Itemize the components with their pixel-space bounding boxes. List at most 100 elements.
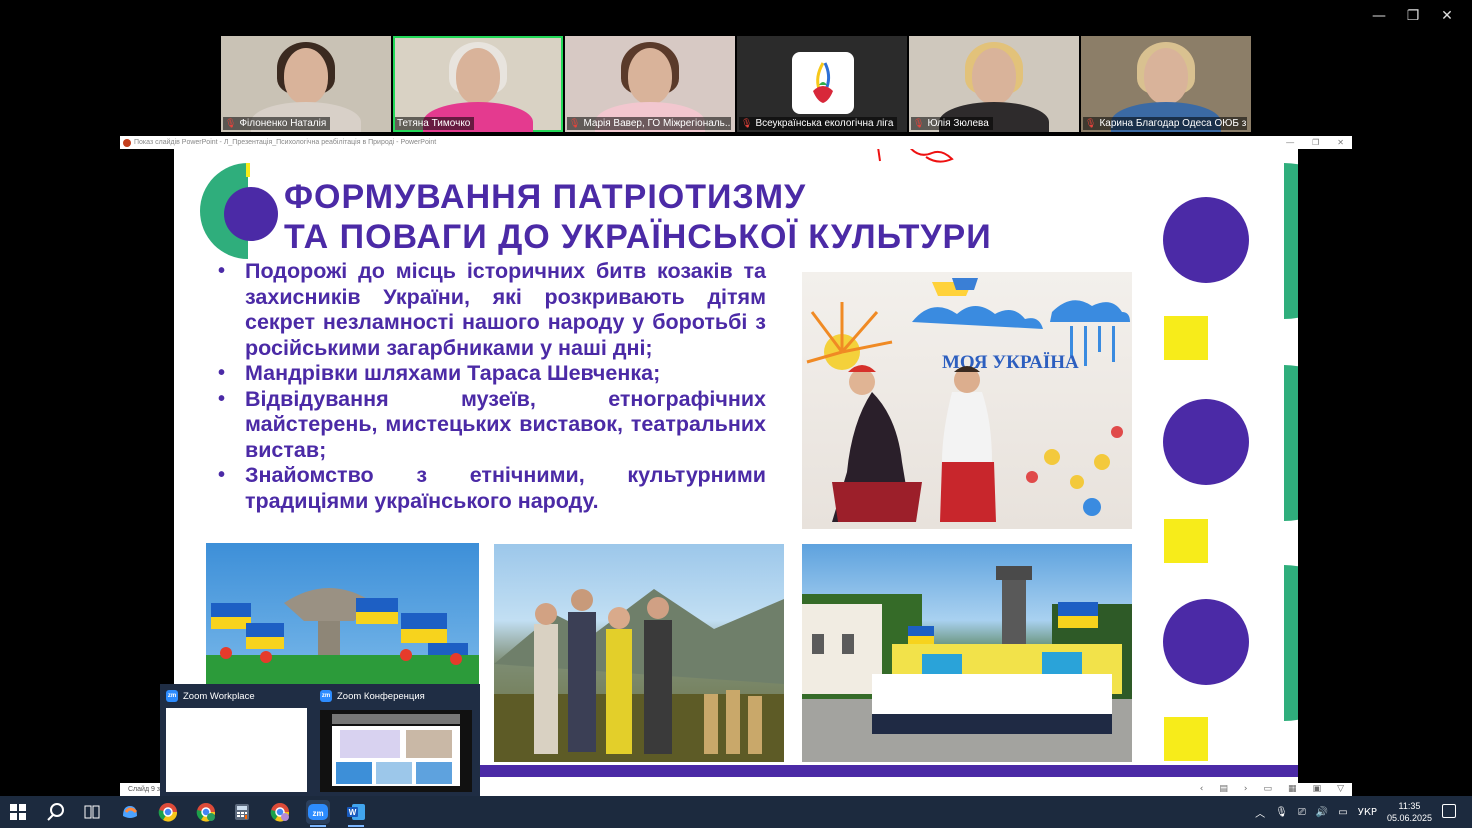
clock-date: 05.06.2025 — [1386, 813, 1432, 823]
volume-icon[interactable]: 🔊 — [1316, 807, 1328, 818]
photo-mountain-group — [494, 544, 784, 762]
thumbnail-zoom-meeting[interactable]: zm Zoom Конференция — [314, 684, 474, 796]
participant-name: Юлія Зюлева — [927, 118, 989, 129]
thumbnail-title: Zoom Конференция — [337, 690, 425, 702]
clock-time: 11:35 — [1398, 801, 1421, 811]
participant-face — [456, 48, 500, 104]
window-controls: — ❐ ✕ — [1362, 4, 1464, 28]
zoom-icon[interactable]: zm — [306, 800, 330, 827]
participant-tile[interactable]: 🎙 Всеукраїнська екологічна ліга — [737, 36, 907, 132]
shared-window-controls: — ❐ ✕ — [1286, 136, 1344, 149]
close-button[interactable]: ✕ — [1430, 4, 1464, 28]
reading-view-button[interactable]: ▣ — [1313, 783, 1322, 796]
decor-purple-circle — [1163, 197, 1249, 283]
decor-yellow-square — [1164, 519, 1208, 563]
slide-counter: Слайд 9 з — [128, 786, 161, 793]
word-icon[interactable]: W — [344, 800, 368, 827]
participant-face — [284, 48, 328, 104]
participant-name-label: 🎙 Філоненко Наталія — [223, 117, 331, 130]
prev-slide-button[interactable]: ‹ — [1200, 783, 1204, 796]
participant-name-label: Тетяна Тимочко — [395, 117, 475, 130]
bullet-item: Знайомство з етнічними, культурними трад… — [218, 463, 766, 514]
participant-name: Марія Вавер, ГО Міжрегіональ... — [583, 118, 731, 129]
zoom-icon: zm — [320, 690, 332, 702]
search-icon[interactable] — [44, 800, 68, 824]
participant-name: Тетяна Тимочко — [397, 118, 471, 129]
mic-off-icon: 🎙 — [1085, 118, 1097, 129]
sorter-view-button[interactable]: ▦ — [1288, 783, 1297, 796]
minimize-button[interactable]: — — [1362, 4, 1396, 28]
shared-window-title: Показ слайдів PowerPoint - Л_Презентація… — [134, 139, 437, 146]
mic-off-icon: 🎙 — [741, 118, 753, 129]
shared-restore-icon: ❐ — [1312, 138, 1320, 147]
windows-start-icon[interactable] — [6, 800, 30, 824]
microphone-icon[interactable]: 🎙 — [1275, 807, 1288, 818]
windows-taskbar: zm W ︿ 🎙 ⎚ 🔊 ▭ УКР 11:35 05.06.2025 — [0, 796, 1472, 828]
slide-menu-button[interactable]: ▤ — [1219, 783, 1228, 796]
decor-purple-circle — [224, 187, 278, 241]
shared-close-icon: ✕ — [1337, 138, 1344, 147]
taskbar-thumbnail-popup: zm Zoom Workplace zm Zoom Конференция — [160, 684, 480, 796]
bullet-list: Подорожі до місць історичних битв козакі… — [218, 259, 766, 514]
normal-view-button[interactable]: ▭ — [1264, 783, 1273, 796]
participant-tile[interactable]: 🎙 Марія Вавер, ГО Міжрегіональ... — [565, 36, 735, 132]
participant-face — [628, 48, 672, 104]
chevron-up-icon[interactable]: ︿ — [1255, 805, 1265, 820]
zoom-meeting-screen: — ❐ ✕ 🎙 Філоненко Наталія Тетяна Тимочко 🎙 М… — [0, 0, 1472, 828]
photo-square-group — [802, 544, 1132, 762]
thumbnail-preview — [166, 708, 307, 792]
participant-gallery: 🎙 Філоненко Наталія Тетяна Тимочко 🎙 Марія В… — [221, 36, 1251, 132]
slide-title-line-2: ТА ПОВАГИ ДО УКРАЇНСЬКОЇ КУЛЬТУРИ — [284, 218, 992, 256]
svg-text:W: W — [349, 808, 357, 817]
participant-tile[interactable]: 🎙 Філоненко Наталія — [221, 36, 391, 132]
shared-minimize-icon: — — [1286, 138, 1295, 147]
display-icon[interactable]: ⎚ — [1298, 807, 1306, 818]
thumbnail-zoom-workplace[interactable]: zm Zoom Workplace — [160, 684, 320, 796]
bullet-item: Подорожі до місць історичних битв козакі… — [218, 259, 766, 361]
participant-name: Філоненко Наталія — [239, 118, 327, 129]
mic-off-icon: 🎙 — [569, 118, 581, 129]
participant-tile[interactable]: Тетяна Тимочко — [393, 36, 563, 132]
network-icon[interactable]: ▭ — [1338, 807, 1347, 818]
participant-name-label: 🎙 Всеукраїнська екологічна ліга — [739, 117, 898, 130]
svg-text:zm: zm — [312, 809, 323, 818]
chrome-profile-icon[interactable] — [194, 800, 218, 824]
slideshow-button[interactable]: ▽ — [1337, 783, 1344, 796]
chrome-icon[interactable] — [156, 800, 180, 824]
powerpoint-icon — [123, 139, 131, 147]
clock[interactable]: 11:35 05.06.2025 — [1387, 800, 1432, 824]
participant-name-label: 🎙 Карина Благодар Одеса ОЮБ з... — [1083, 117, 1247, 130]
next-slide-button[interactable]: › — [1244, 783, 1248, 796]
participant-name-label: 🎙 Марія Вавер, ГО Міжрегіональ... — [567, 117, 731, 130]
thumbnail-preview — [320, 710, 472, 792]
participant-name: Карина Благодар Одеса ОЮБ з... — [1099, 118, 1247, 129]
language-indicator[interactable]: УКР — [1358, 807, 1377, 818]
thumbnail-title: Zoom Workplace — [183, 690, 255, 702]
slide-nav-controls: ‹ ▤ › ▭ ▦ ▣ ▽ — [1200, 783, 1344, 796]
participant-face — [972, 48, 1016, 104]
mic-off-icon: 🎙 — [913, 118, 925, 129]
participant-tile[interactable]: 🎙 Карина Благодар Одеса ОЮБ з... — [1081, 36, 1251, 132]
mic-off-icon: 🎙 — [225, 118, 237, 129]
participant-name-label: 🎙 Юлія Зюлева — [911, 117, 993, 130]
task-view-icon[interactable] — [80, 800, 104, 824]
participant-name: Всеукраїнська екологічна ліга — [755, 118, 894, 129]
calculator-icon[interactable] — [230, 800, 254, 824]
notification-icon[interactable] — [1442, 804, 1456, 818]
shared-window-titlebar: Показ слайдів PowerPoint - Л_Презентація… — [120, 136, 1352, 149]
slide-title: ФОРМУВАННЯ ПАТРІОТИЗМУ ТА ПОВАГИ ДО УКРА… — [284, 177, 992, 257]
photo-dancers: МОЯ УКРАЇНА — [802, 272, 1132, 529]
decor-purple-circle — [1163, 599, 1249, 685]
participant-tile[interactable]: 🎙 Юлія Зюлева — [909, 36, 1079, 132]
chrome-profile2-icon[interactable] — [268, 800, 292, 824]
restore-button[interactable]: ❐ — [1396, 4, 1430, 28]
decor-yellow-bar — [246, 163, 250, 177]
decor-purple-circle — [1163, 399, 1249, 485]
decor-purple-band — [478, 765, 1298, 777]
decor-yellow-square — [1164, 717, 1208, 761]
organization-logo — [792, 52, 854, 114]
bullet-item: Мандрівки шляхами Тараса Шевченка; — [218, 361, 766, 387]
copilot-icon[interactable] — [118, 800, 142, 824]
participant-face — [1144, 48, 1188, 104]
bullet-item: Відвідування музеїв, етнографічних майст… — [218, 387, 766, 464]
